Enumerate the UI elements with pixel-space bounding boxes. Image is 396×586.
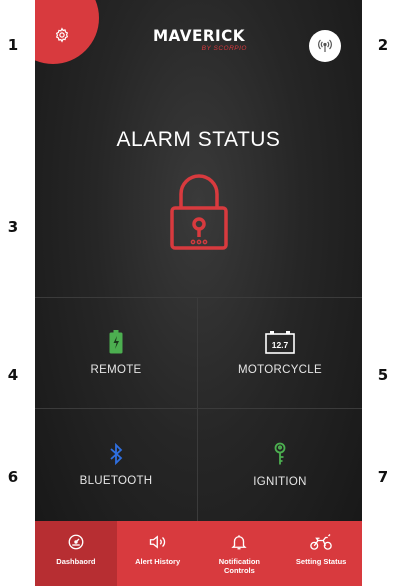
tab-label-notification-controls: Notification Controls (218, 557, 260, 575)
battery-voltage: 12.7 (272, 340, 289, 350)
status-tile-ignition[interactable]: IGNITION (198, 409, 362, 521)
bluetooth-icon (110, 443, 123, 465)
status-tile-bluetooth[interactable]: BLUETOOTH (35, 409, 198, 521)
key-icon (274, 442, 286, 465)
status-tile-remote[interactable]: REMOTE (35, 297, 198, 409)
callout-4: 4 (7, 366, 19, 384)
app-logo: MAVERICK BY SCORPIO (143, 26, 255, 52)
app-screen: MAVERICK BY SCORPIO ALARM STATUS REMOTE … (35, 0, 362, 586)
padlock-icon (170, 174, 228, 250)
tab-alert-history[interactable]: Alert History (117, 521, 199, 586)
status-label-ignition: IGNITION (253, 476, 307, 488)
callout-3: 3 (7, 218, 19, 236)
callout-6: 6 (7, 468, 19, 486)
tab-setting-status[interactable]: Setting Status (280, 521, 362, 586)
logo-brand: MAVERICK (152, 26, 246, 45)
battery-icon (109, 330, 123, 354)
gear-icon (55, 27, 69, 43)
bell-icon (231, 535, 248, 550)
status-tile-motorcycle[interactable]: 12.7 MOTORCYCLE (198, 297, 362, 409)
callout-7: 7 (377, 468, 389, 486)
logo-byline: BY SCORPIO (201, 45, 247, 52)
status-label-bluetooth: BLUETOOTH (79, 475, 153, 487)
settings-button[interactable] (47, 20, 77, 50)
speedometer-icon (68, 534, 84, 550)
speaker-icon (149, 535, 165, 549)
callout-1: 1 (7, 36, 19, 54)
tab-label-dashboard: Dashbaord (56, 557, 96, 566)
status-label-remote: REMOTE (90, 364, 142, 376)
signal-antenna-icon (318, 39, 332, 52)
status-label-motorcycle: MOTORCYCLE (238, 364, 322, 376)
tab-label-setting-status: Setting Status (295, 557, 347, 566)
tab-dashboard[interactable]: Dashbaord (35, 521, 117, 586)
motorcycle-battery-icon: 12.7 (265, 331, 295, 354)
signal-button[interactable] (309, 30, 341, 62)
tab-label-alert-history: Alert History (135, 557, 181, 566)
alarm-lock[interactable] (167, 172, 231, 252)
tab-notification-controls[interactable]: Notification Controls (199, 521, 281, 586)
motorcycle-icon (310, 534, 332, 550)
callout-2: 2 (377, 36, 389, 54)
callout-5: 5 (377, 366, 389, 384)
status-grid: REMOTE 12.7 MOTORCYCLE BLUETOOTH IGNITIO… (35, 297, 362, 521)
bottom-tab-bar: Dashbaord Alert History Notification Con… (35, 521, 362, 586)
alarm-status-title: ALARM STATUS (116, 128, 281, 151)
